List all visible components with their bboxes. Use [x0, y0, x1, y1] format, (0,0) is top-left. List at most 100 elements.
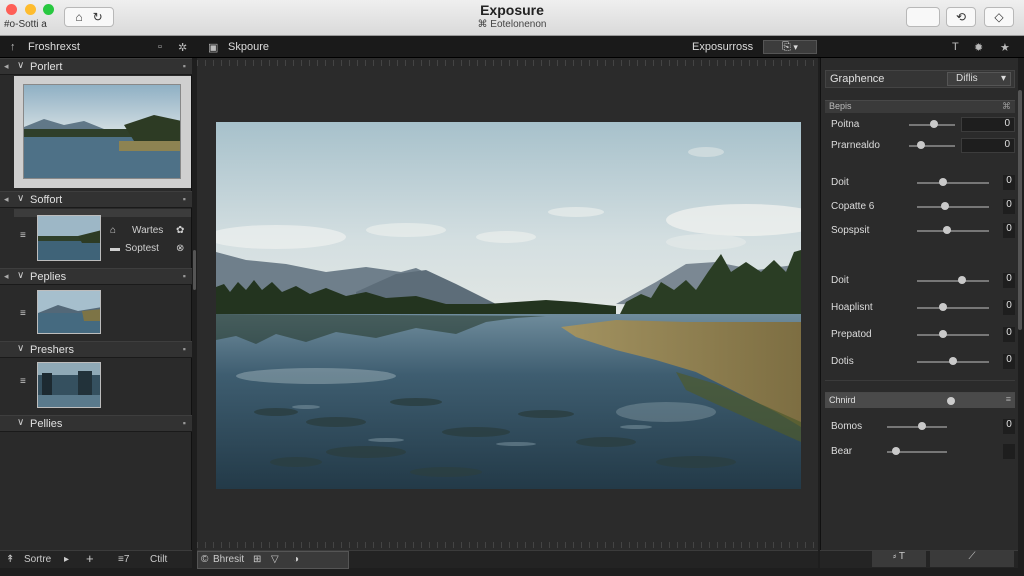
adjustment-value-field[interactable] [1003, 444, 1015, 459]
adjustment-value-field[interactable]: 0 [1003, 300, 1015, 315]
window-subtitle: ⌘ Eotelonenon [477, 19, 547, 30]
slider-knob[interactable] [939, 178, 948, 186]
menu-icon[interactable]: ≡ [1006, 394, 1011, 404]
text-tool-icon[interactable]: T [952, 41, 959, 53]
adjustment-value-field[interactable]: 0 [1003, 327, 1015, 342]
selected-thumb-frame[interactable] [14, 76, 191, 188]
lake-photo[interactable] [216, 122, 801, 489]
thumbnail-image [38, 291, 100, 333]
adjustment-value-field[interactable]: 0 [961, 138, 1015, 153]
adjustment-label: Sopspsit [831, 225, 870, 236]
thumbnail-2[interactable] [37, 215, 101, 261]
slider-knob[interactable] [916, 141, 925, 149]
left-scrollbar[interactable] [193, 250, 196, 290]
thumbnail-3[interactable] [37, 290, 101, 334]
section-header-pellies[interactable]: ∨ Pellies ▪ [0, 415, 192, 432]
drag-handle-icon[interactable]: ≡ [20, 308, 26, 319]
pin-icon[interactable]: ↟ [6, 554, 14, 565]
sort-dropdown-icon[interactable]: ▸ [64, 554, 69, 565]
compare-icon[interactable]: ◑ [293, 554, 299, 565]
slider-track[interactable] [917, 307, 989, 309]
section-header-chnird[interactable]: Chnird ≡ [825, 392, 1015, 408]
up-arrow-icon[interactable]: ↑ [10, 41, 16, 53]
chevron-down-icon[interactable]: ∨ [17, 417, 24, 428]
chevron-down-icon[interactable]: ∨ [17, 343, 24, 354]
section-label: Bepis [829, 101, 852, 111]
chevron-down-icon[interactable]: ∨ [17, 193, 24, 204]
count-button[interactable]: ≡7 [118, 554, 129, 565]
lock-icon[interactable]: ▪ [183, 61, 186, 71]
adjustment-label: Dotis [831, 356, 854, 367]
chevron-down-icon[interactable]: ∨ [17, 270, 24, 281]
preset-dropdown[interactable]: Diflis ▾ [947, 72, 1011, 86]
section-slider-knob[interactable] [947, 397, 955, 405]
side-arrow-icon: ◂ [4, 271, 9, 281]
adjustment-value-field[interactable]: 0 [1003, 223, 1015, 238]
thumbnail-4[interactable] [37, 362, 101, 408]
section-header-bepis[interactable]: Bepis ⌘ [825, 100, 1015, 113]
settings-icon[interactable]: ✲ [178, 41, 187, 54]
adjustment-row: Bomos 0 [825, 418, 1015, 436]
reset-icon[interactable]: ⌘ [1002, 101, 1011, 112]
slider-knob[interactable] [938, 330, 947, 338]
rotate-button[interactable]: ⟲ [946, 7, 976, 27]
edit-button[interactable]: Ctilt [150, 554, 167, 565]
chevron-down-icon[interactable]: ∨ [17, 60, 24, 71]
slider-knob[interactable] [949, 357, 957, 365]
filter-icon[interactable]: ▽ [271, 554, 279, 565]
sort-button[interactable]: Sortre [24, 554, 51, 565]
slider-track[interactable] [917, 280, 989, 282]
slider-knob[interactable] [957, 276, 966, 284]
slider-knob[interactable] [929, 120, 938, 128]
brush-button[interactable]: ⟋ [930, 551, 1014, 567]
slider-track[interactable] [887, 426, 947, 428]
blank-toolbar-button[interactable] [906, 7, 940, 27]
section-header-soffort[interactable]: ◂ ∨ Soffort ▪ [0, 191, 192, 208]
view-tab-label[interactable]: Bhresit [213, 554, 244, 565]
adjustment-value-field[interactable]: 0 [1003, 273, 1015, 288]
adjustment-row: Poitna 0 [825, 116, 1015, 134]
adjustment-value-field[interactable]: 0 [1003, 199, 1015, 214]
slider-track[interactable] [917, 230, 989, 232]
side-arrow-icon: ◂ [4, 61, 9, 71]
slider-track[interactable] [909, 145, 955, 147]
slider-knob[interactable] [892, 447, 901, 455]
slider-knob[interactable] [942, 226, 951, 234]
rotate-icon: ⟲ [955, 10, 967, 24]
image-canvas[interactable] [197, 58, 818, 550]
lock-icon[interactable]: ▪ [183, 418, 186, 428]
slider-knob[interactable] [918, 422, 927, 430]
shape-button[interactable]: ◇ [984, 7, 1014, 27]
drag-handle-icon[interactable]: ≡ [20, 230, 26, 241]
slider-track[interactable] [917, 182, 989, 184]
thumbnail-main[interactable] [23, 84, 181, 179]
slider-track[interactable] [917, 206, 989, 208]
adjustment-value-field[interactable]: 0 [961, 117, 1015, 132]
delete-icon[interactable]: ⊗ [176, 243, 184, 254]
mode-dropdown[interactable]: ⎘ ▾ [763, 40, 817, 54]
adjustment-value-field[interactable]: 0 [1003, 419, 1015, 434]
adjustment-value-field[interactable]: 0 [1003, 354, 1015, 369]
drag-handle-icon[interactable]: ≡ [20, 376, 26, 387]
lock-icon[interactable]: ▪ [183, 344, 186, 354]
text-tools-button[interactable]: ⸗ T [872, 551, 926, 567]
chevron-down-icon: ▾ [1000, 73, 1006, 84]
slider-knob[interactable] [941, 202, 950, 210]
slider-track[interactable] [917, 334, 989, 336]
section-header-preshers[interactable]: ∨ Preshers ▪ [0, 341, 192, 358]
settings-small-icon[interactable]: ✿ [176, 225, 184, 236]
slider-knob[interactable] [938, 303, 947, 311]
section-label: Porlert [30, 61, 63, 73]
lock-icon[interactable]: ▪ [183, 271, 186, 281]
gear-icon[interactable]: ✹ [974, 41, 983, 54]
adjustment-value-field[interactable]: 0 [1003, 175, 1015, 190]
star-icon[interactable]: ★ [1000, 41, 1010, 54]
section-header-peplies[interactable]: ◂ ∨ Peplies ▪ [0, 268, 192, 285]
section-header-porlert[interactable]: ◂ ∨ Porlert ▪ [0, 58, 192, 75]
add-button[interactable]: + [86, 551, 94, 566]
lock-icon[interactable]: ▪ [183, 194, 186, 204]
right-bottom-bar: ⸗ T ⟋ [820, 550, 1018, 568]
right-scrollbar[interactable] [1018, 90, 1022, 330]
grid-icon[interactable]: ⊞ [253, 554, 261, 565]
collapse-icon[interactable]: ▫ [158, 41, 162, 53]
